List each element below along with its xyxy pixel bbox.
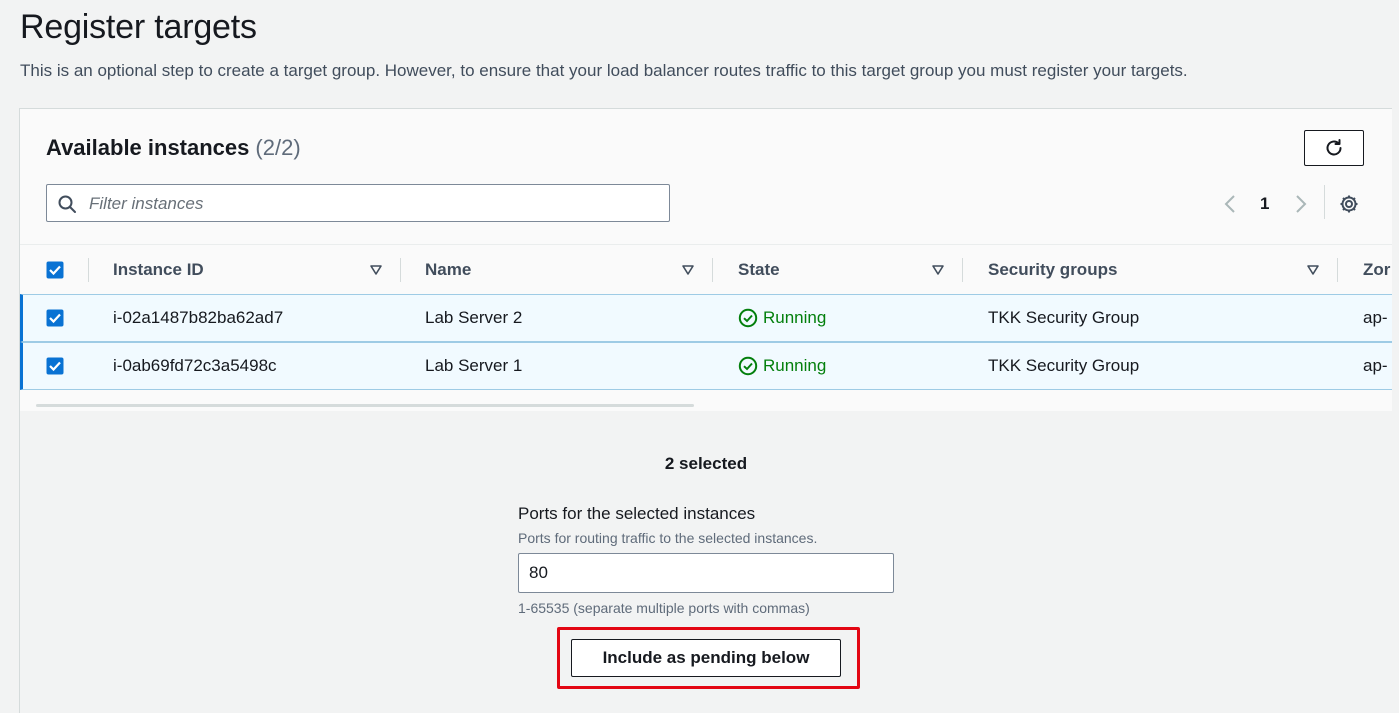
- sort-down-icon[interactable]: [369, 263, 383, 277]
- column-header-state[interactable]: State: [738, 245, 780, 295]
- state-label: Running: [763, 356, 827, 375]
- column-header-zone[interactable]: Zor: [1363, 245, 1390, 295]
- state-cell: Running: [738, 295, 826, 341]
- refresh-icon: [1326, 139, 1342, 156]
- refresh-button[interactable]: [1304, 130, 1364, 166]
- row-checkbox[interactable]: [46, 309, 64, 327]
- column-divider: [400, 258, 401, 282]
- filter-instances: [46, 184, 670, 222]
- state-cell: Running: [738, 343, 826, 389]
- table-row[interactable]: i-0ab69fd72c3a5498c Lab Server 1 Running…: [20, 342, 1392, 390]
- instance-count: (2/2): [255, 135, 301, 160]
- ports-hint: 1-65535 (separate multiple ports with co…: [518, 600, 810, 616]
- next-page-icon[interactable]: [1294, 194, 1308, 214]
- sort-down-icon[interactable]: [681, 263, 695, 277]
- security-group-cell: TKK Security Group: [988, 308, 1140, 327]
- search-icon: [58, 195, 76, 213]
- gear-icon[interactable]: [1338, 193, 1360, 215]
- instance-name-cell: Lab Server 1: [425, 356, 523, 375]
- table-header: Instance ID Name State Security groups Z…: [20, 244, 1392, 295]
- security-group-cell: TKK Security Group: [988, 356, 1140, 375]
- check-circle-icon: [738, 308, 758, 328]
- include-as-pending-button[interactable]: Include as pending below: [571, 639, 841, 677]
- page-number[interactable]: 1: [1260, 194, 1269, 214]
- horizontal-scrollbar[interactable]: [36, 404, 694, 407]
- page-title: Register targets: [20, 8, 257, 46]
- column-header-instance-id[interactable]: Instance ID: [113, 245, 204, 295]
- selected-instances-section: 2 selected Ports for the selected instan…: [19, 411, 1392, 713]
- ports-label: Ports for the selected instances: [518, 504, 756, 523]
- column-divider: [1337, 258, 1338, 282]
- panel-title: Available instances (2/2): [46, 135, 301, 161]
- ports-description: Ports for routing traffic to the selecte…: [518, 530, 818, 546]
- column-divider: [712, 258, 713, 282]
- panel-title-text: Available instances: [46, 135, 250, 160]
- column-header-security-groups[interactable]: Security groups: [988, 245, 1117, 295]
- select-all-checkbox[interactable]: [46, 261, 64, 279]
- available-instances-panel: Available instances(2/2) 1: [19, 108, 1392, 413]
- filter-instances-input[interactable]: [87, 190, 661, 218]
- page-description: This is an optional step to create a tar…: [20, 61, 1188, 80]
- sort-down-icon[interactable]: [1306, 263, 1320, 277]
- zone-cell: ap-: [1363, 308, 1388, 327]
- row-checkbox[interactable]: [46, 357, 64, 375]
- instance-id-cell: i-0ab69fd72c3a5498c: [113, 356, 277, 375]
- pager-divider: [1324, 185, 1325, 219]
- table-row[interactable]: i-02a1487b82ba62ad7 Lab Server 2 Running…: [20, 294, 1392, 342]
- state-label: Running: [763, 308, 827, 327]
- zone-cell: ap-: [1363, 356, 1388, 375]
- instance-id-cell: i-02a1487b82ba62ad7: [113, 308, 284, 327]
- selected-count: 2 selected: [664, 454, 748, 473]
- previous-page-icon[interactable]: [1223, 194, 1237, 214]
- column-header-name[interactable]: Name: [425, 245, 471, 295]
- check-circle-icon: [738, 356, 758, 376]
- column-divider: [962, 258, 963, 282]
- sort-down-icon[interactable]: [931, 263, 945, 277]
- column-divider: [88, 258, 89, 282]
- ports-input[interactable]: [518, 553, 894, 593]
- instance-name-cell: Lab Server 2: [425, 308, 523, 327]
